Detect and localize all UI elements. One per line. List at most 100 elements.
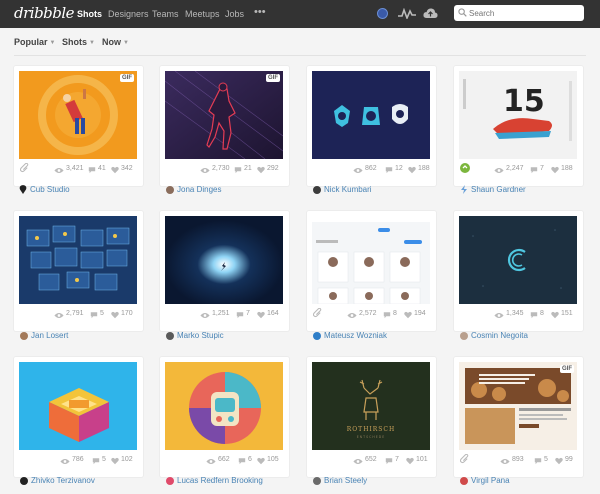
- dribbble-logo[interactable]: dribbble: [14, 4, 75, 22]
- shot-thumbnail[interactable]: GIF: [165, 71, 283, 159]
- gif-badge: GIF: [560, 365, 574, 373]
- heart-icon[interactable]: [257, 457, 265, 465]
- heart-icon[interactable]: [408, 166, 416, 174]
- author-name[interactable]: Lucas Redfern Brooking: [177, 476, 263, 485]
- nav-link-jobs[interactable]: Jobs: [225, 9, 244, 19]
- shot-thumbnail[interactable]: [459, 216, 577, 304]
- comment-icon[interactable]: [238, 457, 246, 465]
- type-filter-dropdown[interactable]: Shots ▼: [62, 37, 95, 47]
- shot-thumbnail[interactable]: [165, 216, 283, 304]
- author-name[interactable]: Cosmin Negoita: [471, 331, 528, 340]
- shot-thumbnail[interactable]: [312, 216, 430, 304]
- shot-card[interactable]: ROTHIRSCH ENTSCHEDE 652 7 101: [307, 357, 436, 477]
- heart-icon[interactable]: [555, 457, 563, 465]
- comment-icon[interactable]: [534, 457, 542, 465]
- shot-card[interactable]: 15 2,247 7 188: [454, 66, 583, 186]
- upload-cloud-icon[interactable]: [423, 7, 438, 19]
- shot-card[interactable]: 1,251 7 164: [160, 211, 289, 331]
- shot-card[interactable]: 862 12 188: [307, 66, 436, 186]
- author-name[interactable]: Virgil Pana: [471, 476, 510, 485]
- shot-thumbnail[interactable]: [312, 71, 430, 159]
- search-box[interactable]: [454, 5, 584, 21]
- author-name[interactable]: Jan Losert: [31, 331, 68, 340]
- eye-icon: [54, 167, 64, 174]
- nav-link-shots[interactable]: Shots: [77, 9, 102, 19]
- like-count: 292: [267, 165, 279, 172]
- comment-icon[interactable]: [530, 311, 538, 319]
- avatar[interactable]: [166, 185, 174, 194]
- heart-icon[interactable]: [406, 457, 414, 465]
- comment-icon[interactable]: [234, 166, 242, 174]
- shot-author[interactable]: Virgil Pana: [460, 475, 510, 486]
- shot-thumbnail[interactable]: GIF: [459, 362, 577, 450]
- shot-card[interactable]: GIF 893 5 99: [454, 357, 583, 477]
- shot-card[interactable]: 1,345 8 151: [454, 211, 583, 331]
- shot-author[interactable]: Jona Dinges: [166, 184, 221, 195]
- avatar[interactable]: [166, 331, 174, 340]
- heart-icon[interactable]: [111, 457, 119, 465]
- shot-author[interactable]: Marko Stupic: [166, 330, 224, 341]
- activity-icon[interactable]: [398, 8, 416, 19]
- author-name[interactable]: Zhivko Terzivanov: [31, 476, 95, 485]
- comment-icon[interactable]: [385, 166, 393, 174]
- heart-icon[interactable]: [551, 311, 559, 319]
- heart-icon[interactable]: [257, 311, 265, 319]
- author-name[interactable]: Cub Studio: [30, 185, 70, 194]
- heart-icon[interactable]: [111, 166, 119, 174]
- sort-filter-dropdown[interactable]: Popular ▼: [14, 37, 55, 47]
- shot-card[interactable]: 786 5 102: [14, 357, 143, 477]
- shot-author[interactable]: Nick Kumbari: [313, 184, 372, 195]
- shot-author[interactable]: Zhivko Terzivanov: [20, 475, 95, 486]
- avatar[interactable]: [313, 185, 321, 194]
- heart-icon[interactable]: [551, 166, 559, 174]
- shot-thumbnail[interactable]: GIF: [19, 71, 137, 159]
- comment-icon[interactable]: [236, 311, 244, 319]
- comment-icon[interactable]: [90, 311, 98, 319]
- avatar[interactable]: [166, 476, 174, 485]
- heart-icon[interactable]: [111, 311, 119, 319]
- shot-author[interactable]: Shaun Gardner: [460, 184, 526, 195]
- author-name[interactable]: Brian Steely: [324, 476, 367, 485]
- comment-icon[interactable]: [385, 457, 393, 465]
- comment-icon[interactable]: [92, 457, 100, 465]
- search-input[interactable]: [469, 6, 579, 20]
- shot-thumbnail[interactable]: [19, 216, 137, 304]
- shot-author[interactable]: Lucas Redfern Brooking: [166, 475, 263, 486]
- shot-thumbnail[interactable]: ROTHIRSCH ENTSCHEDE: [312, 362, 430, 450]
- author-name[interactable]: Jona Dinges: [177, 185, 221, 194]
- shot-thumbnail[interactable]: [165, 362, 283, 450]
- shot-author[interactable]: Cub Studio: [19, 184, 70, 195]
- author-name[interactable]: Shaun Gardner: [471, 185, 526, 194]
- shot-thumbnail[interactable]: 15: [459, 71, 577, 159]
- shot-thumbnail[interactable]: [19, 362, 137, 450]
- avatar[interactable]: [460, 476, 468, 485]
- comment-icon[interactable]: [383, 311, 391, 319]
- shot-card[interactable]: GIF 3,421 41 342: [14, 66, 143, 186]
- nav-link-teams[interactable]: Teams: [152, 9, 179, 19]
- avatar[interactable]: [20, 331, 28, 340]
- author-name[interactable]: Marko Stupic: [177, 331, 224, 340]
- heart-icon[interactable]: [404, 311, 412, 319]
- shot-card[interactable]: GIF 2,730 21 292: [160, 66, 289, 186]
- shot-author[interactable]: Brian Steely: [313, 475, 367, 486]
- avatar[interactable]: [313, 476, 321, 485]
- comment-icon[interactable]: [88, 166, 96, 174]
- shot-author[interactable]: Mateusz Wozniak: [313, 330, 387, 341]
- comment-icon[interactable]: [530, 166, 538, 174]
- user-avatar[interactable]: [377, 8, 388, 19]
- shot-card[interactable]: 2,572 8 194: [307, 211, 436, 331]
- avatar[interactable]: [460, 331, 468, 340]
- shot-card[interactable]: 2,791 5 170: [14, 211, 143, 331]
- time-filter-dropdown[interactable]: Now ▼: [102, 37, 129, 47]
- heart-icon[interactable]: [257, 166, 265, 174]
- nav-link-meetups[interactable]: Meetups: [185, 9, 220, 19]
- shot-author[interactable]: Jan Losert: [20, 330, 68, 341]
- avatar[interactable]: [20, 476, 28, 485]
- avatar[interactable]: [313, 331, 321, 340]
- shot-card[interactable]: 662 6 105: [160, 357, 289, 477]
- author-name[interactable]: Nick Kumbari: [324, 185, 372, 194]
- author-name[interactable]: Mateusz Wozniak: [324, 331, 387, 340]
- nav-link-designers[interactable]: Designers: [108, 9, 149, 19]
- shot-author[interactable]: Cosmin Negoita: [460, 330, 528, 341]
- more-menu-icon[interactable]: •••: [254, 6, 266, 18]
